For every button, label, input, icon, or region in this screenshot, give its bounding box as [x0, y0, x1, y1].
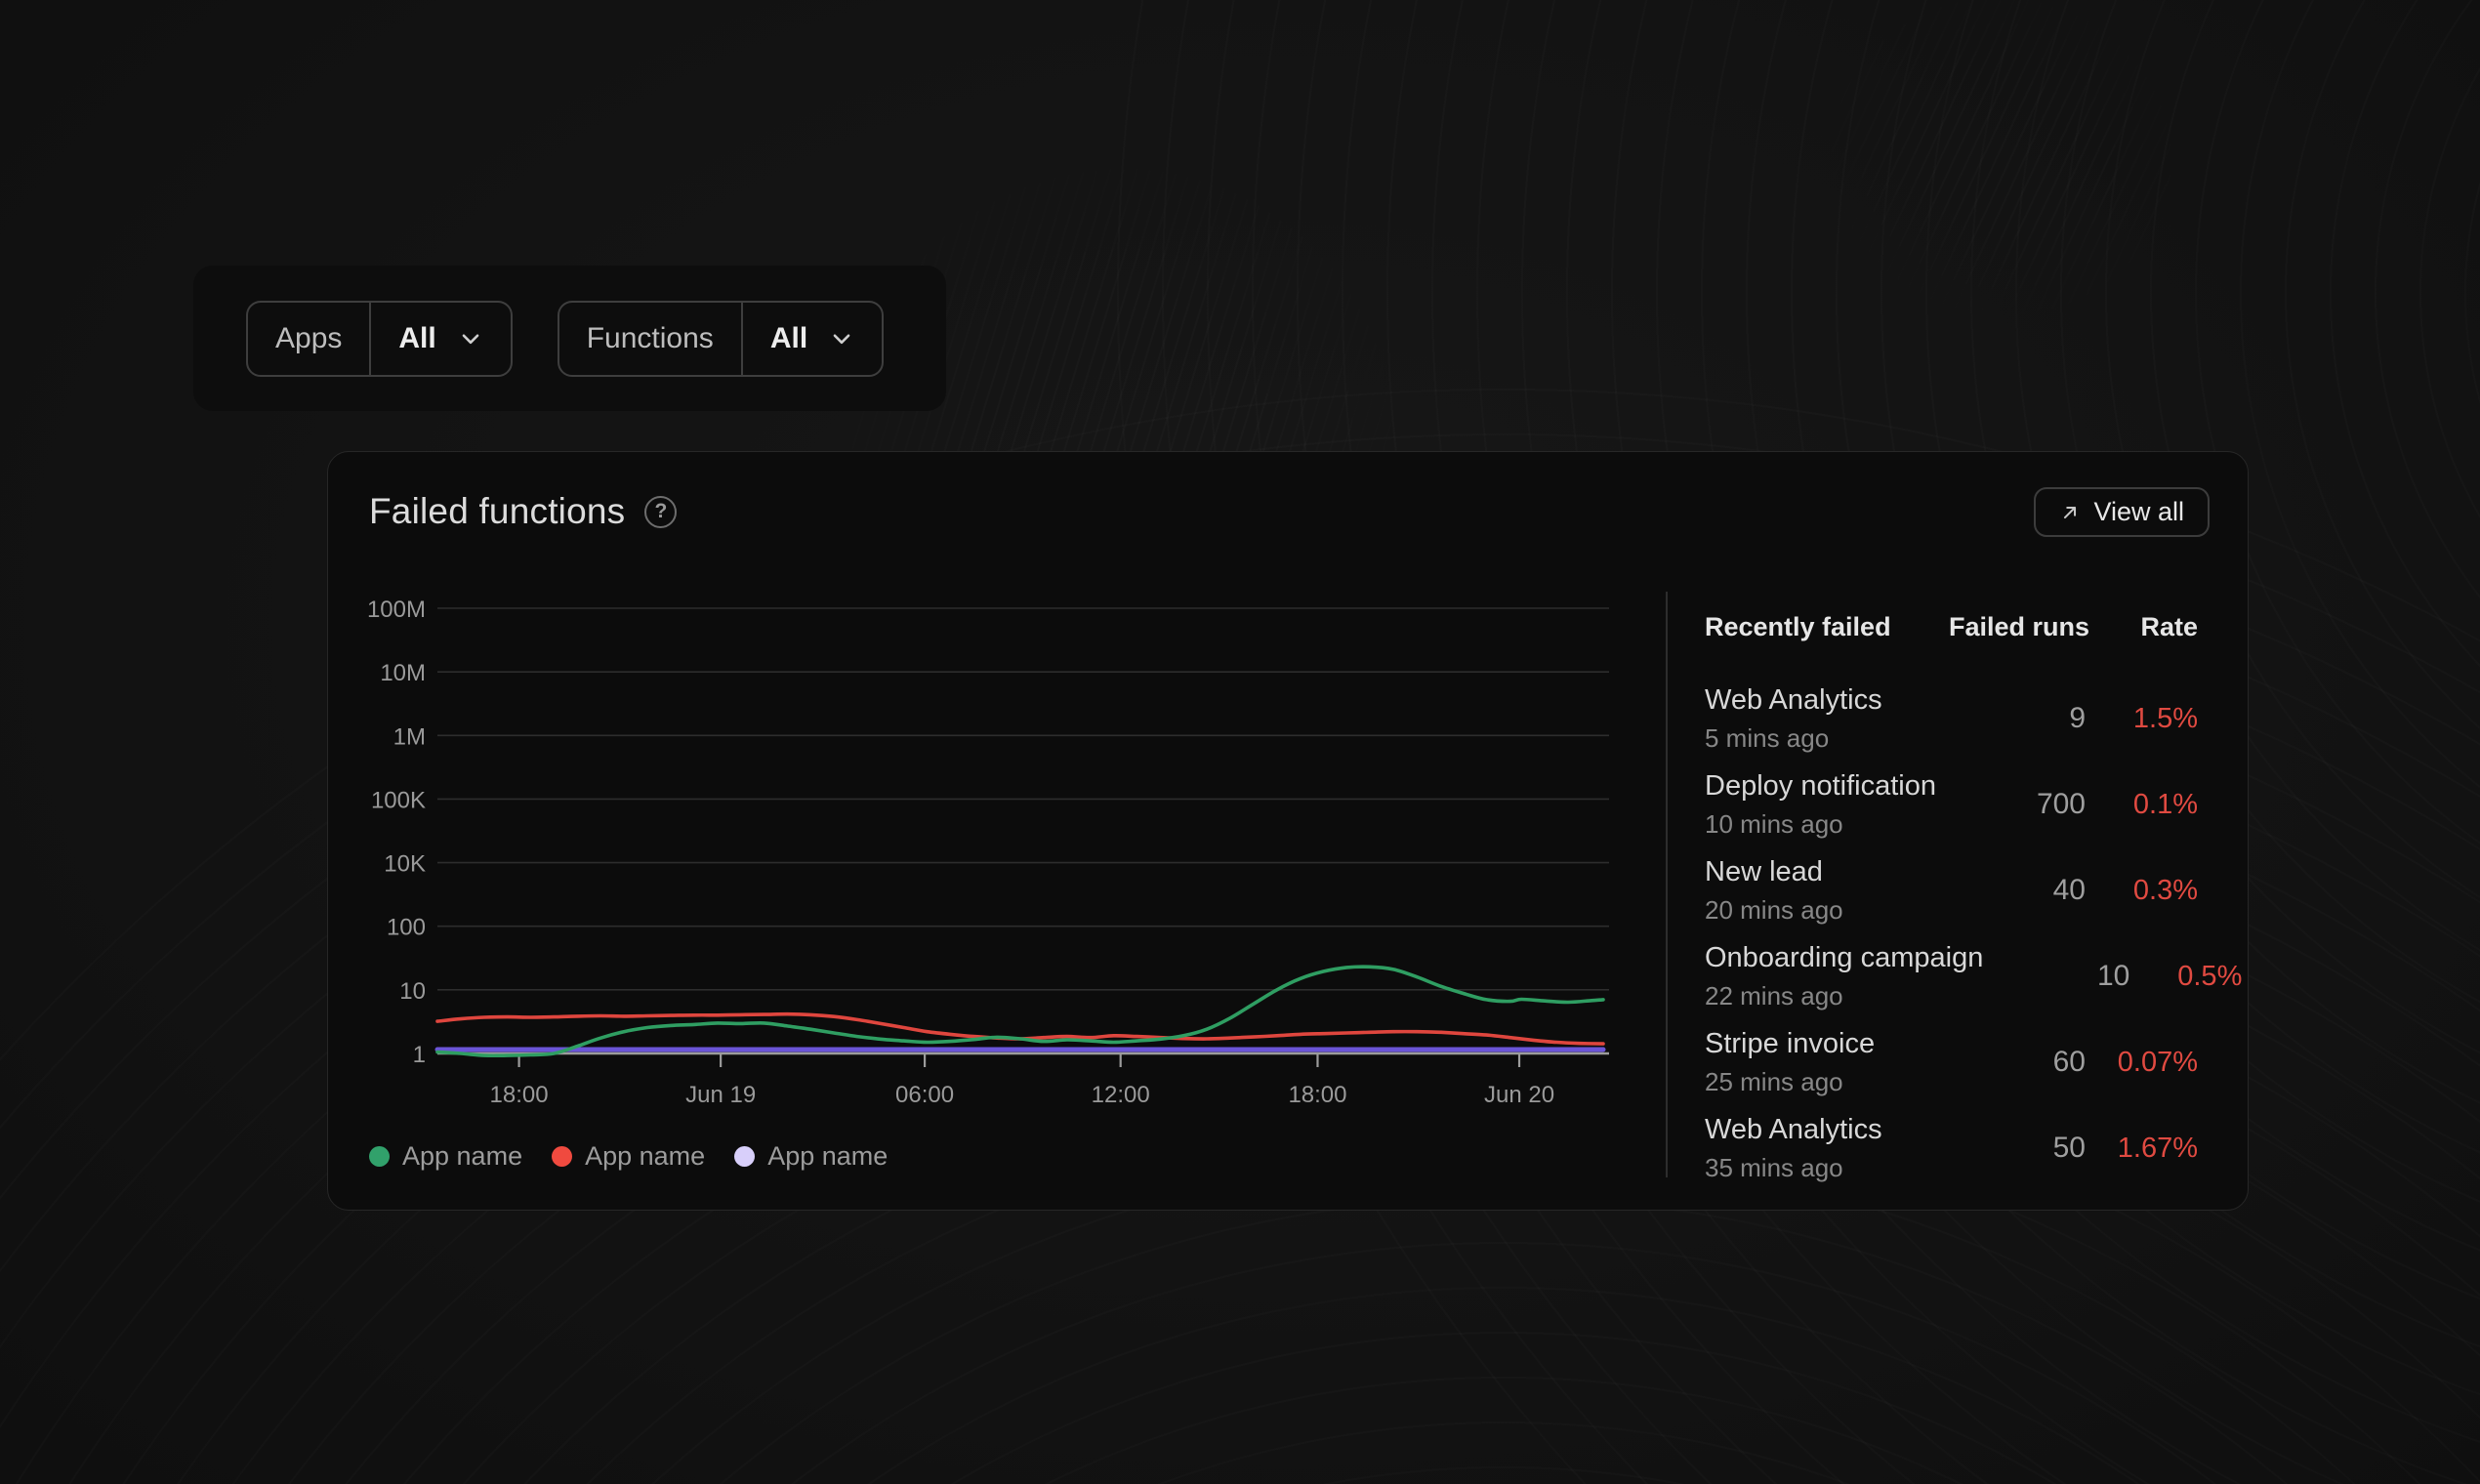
- failed-time-ago: 10 mins ago: [1705, 809, 1939, 840]
- failed-functions-card: Failed functions ? View all 100M10M1M100…: [327, 451, 2249, 1211]
- row-name-cell: Onboarding campaign 22 mins ago: [1705, 942, 1983, 1011]
- table-row[interactable]: Deploy notification 10 mins ago 700 0.1%: [1705, 762, 2198, 847]
- failure-rate-value: 0.07%: [2095, 1047, 2198, 1079]
- function-name: Web Analytics: [1705, 1114, 1939, 1146]
- failed-time-ago: 5 mins ago: [1705, 723, 1939, 754]
- legend-item[interactable]: App name: [369, 1141, 522, 1172]
- failure-rate-value: 0.1%: [2095, 789, 2198, 821]
- apps-filter-dropdown[interactable]: Apps All: [246, 301, 513, 377]
- view-all-label: View all: [2093, 497, 2184, 527]
- legend-label: App name: [402, 1141, 522, 1172]
- y-axis-tick-label: 10M: [380, 660, 426, 686]
- background-hatch-texture: [1674, 0, 2330, 468]
- failed-time-ago: 35 mins ago: [1705, 1153, 1939, 1183]
- x-axis-tick-label: 18:00: [1288, 1082, 1346, 1108]
- legend-dot: [369, 1146, 390, 1167]
- y-axis-tick-label: 1: [413, 1042, 426, 1068]
- failed-time-ago: 22 mins ago: [1705, 981, 1983, 1011]
- failure-rate-value: 0.5%: [2139, 961, 2242, 993]
- card-title: Failed functions: [369, 491, 625, 532]
- legend-label: App name: [585, 1141, 705, 1172]
- column-header-failed-runs: Failed runs: [1949, 612, 2086, 642]
- table-row[interactable]: Onboarding campaign22 mins ago100.5%: [1705, 933, 2198, 1019]
- table-row[interactable]: Web Analytics 5 mins ago 9 1.5%: [1705, 676, 2198, 762]
- y-axis-tick-label: 10: [399, 978, 426, 1005]
- failed-time-ago: 25 mins ago: [1705, 1067, 1939, 1097]
- row-name-cell: New lead 20 mins ago: [1705, 856, 1939, 926]
- apps-filter-label: Apps: [248, 303, 371, 375]
- table-row[interactable]: New lead 20 mins ago 40 0.3%: [1705, 847, 2198, 933]
- table-row[interactable]: Stripe invoice 25 mins ago 60 0.07%: [1705, 1019, 2198, 1105]
- y-axis-tick-label: 10K: [384, 851, 426, 878]
- failure-rate-value: 1.67%: [2095, 1133, 2198, 1165]
- legend-dot: [734, 1146, 755, 1167]
- arrow-up-right-icon: [2059, 502, 2081, 523]
- chevron-down-icon: [829, 326, 854, 351]
- y-axis-tick-label: 100K: [371, 787, 426, 813]
- column-header-recently-failed: Recently failed: [1705, 612, 1939, 642]
- chart-legend: App name App name App name: [369, 1141, 888, 1172]
- failed-runs-value: 700: [1949, 788, 2086, 821]
- page-background: Apps All Functions All Failed functions …: [0, 0, 2480, 1484]
- legend-label: App name: [767, 1141, 888, 1172]
- table-header-row: Recently failed Failed runs Rate: [1705, 598, 2198, 642]
- function-name: Onboarding campaign: [1705, 942, 1983, 974]
- legend-item[interactable]: App name: [552, 1141, 705, 1172]
- y-axis-tick-label: 100M: [367, 597, 426, 623]
- x-axis-tick-label: 06:00: [895, 1082, 954, 1108]
- y-axis-tick-label: 100: [387, 915, 426, 941]
- legend-item[interactable]: App name: [734, 1141, 888, 1172]
- row-name-cell: Stripe invoice 25 mins ago: [1705, 1028, 1939, 1097]
- y-axis-tick-label: 1M: [393, 723, 426, 750]
- failed-time-ago: 20 mins ago: [1705, 895, 1939, 926]
- failed-runs-value: 10: [1993, 960, 2129, 993]
- functions-filter-value: All: [770, 322, 807, 355]
- filter-bar: Apps All Functions All: [193, 266, 946, 411]
- apps-filter-value: All: [398, 322, 435, 355]
- functions-filter-dropdown[interactable]: Functions All: [558, 301, 884, 377]
- functions-filter-label: Functions: [559, 303, 743, 375]
- column-header-rate: Rate: [2095, 612, 2198, 642]
- failed-runs-value: 60: [1949, 1046, 2086, 1079]
- x-axis-tick-label: 12:00: [1092, 1082, 1150, 1108]
- x-axis-tick-label: Jun 19: [685, 1082, 756, 1108]
- legend-dot: [552, 1146, 572, 1167]
- row-name-cell: Web Analytics 35 mins ago: [1705, 1114, 1939, 1183]
- failed-runs-value: 9: [1949, 702, 2086, 735]
- recently-failed-table: Recently failed Failed runs Rate Web Ana…: [1705, 598, 2198, 1191]
- card-divider: [1666, 592, 1668, 1177]
- x-axis-tick-label: 18:00: [490, 1082, 549, 1108]
- failed-functions-chart[interactable]: 100M 10M 1M 100K 10K 100 10 1 18:00 Jun 19 06:00 12…: [367, 589, 1646, 1135]
- help-icon[interactable]: ?: [644, 496, 677, 528]
- function-name: Stripe invoice: [1705, 1028, 1939, 1060]
- row-name-cell: Web Analytics 5 mins ago: [1705, 684, 1939, 754]
- view-all-button[interactable]: View all: [2034, 487, 2210, 537]
- chart-series-line[interactable]: [437, 967, 1603, 1055]
- row-name-cell: Deploy notification 10 mins ago: [1705, 770, 1939, 840]
- x-axis-tick-label: Jun 20: [1484, 1082, 1554, 1108]
- function-name: Deploy notification: [1705, 770, 1939, 803]
- function-name: New lead: [1705, 856, 1939, 888]
- table-row[interactable]: Web Analytics 35 mins ago 50 1.67%: [1705, 1105, 2198, 1191]
- failure-rate-value: 1.5%: [2095, 703, 2198, 735]
- failed-runs-value: 40: [1949, 874, 2086, 907]
- chevron-down-icon: [458, 326, 483, 351]
- failed-runs-value: 50: [1949, 1132, 2086, 1165]
- function-name: Web Analytics: [1705, 684, 1939, 717]
- failure-rate-value: 0.3%: [2095, 875, 2198, 907]
